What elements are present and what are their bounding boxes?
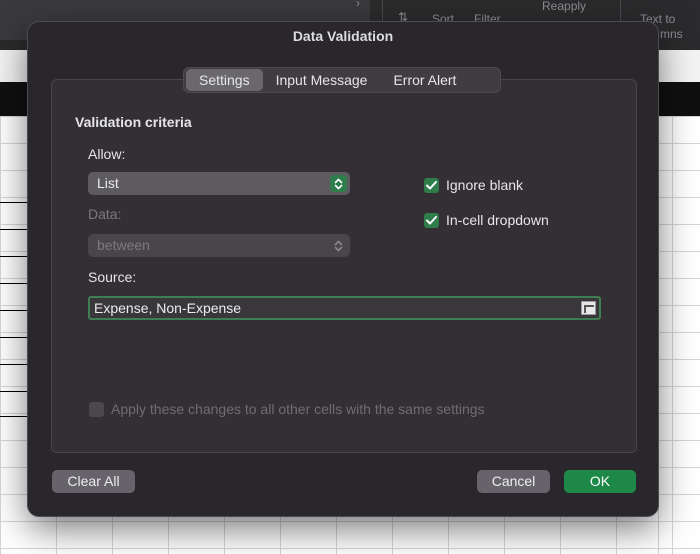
range-selector-icon[interactable] bbox=[581, 301, 596, 315]
in-cell-dropdown-row[interactable]: In-cell dropdown bbox=[424, 212, 549, 228]
ok-button[interactable]: OK bbox=[564, 470, 636, 493]
cancel-button[interactable]: Cancel bbox=[477, 470, 550, 493]
ignore-blank-label: Ignore blank bbox=[446, 177, 524, 193]
column-divider bbox=[658, 116, 659, 554]
tab-input-message[interactable]: Input Message bbox=[263, 69, 381, 91]
in-cell-dropdown-label: In-cell dropdown bbox=[446, 212, 549, 228]
apply-all-checkbox bbox=[89, 401, 104, 417]
bordered-cells bbox=[0, 202, 30, 417]
data-select[interactable]: between bbox=[88, 234, 350, 257]
allow-select[interactable]: List bbox=[88, 172, 350, 195]
up-down-chevron-icon bbox=[330, 237, 347, 254]
data-label: Data: bbox=[88, 206, 122, 222]
ignore-blank-checkbox[interactable] bbox=[424, 177, 439, 193]
reapply-label[interactable]: Reapply bbox=[542, 0, 586, 13]
apply-all-label: Apply these changes to all other cells w… bbox=[111, 401, 485, 417]
chevron-right-icon[interactable]: › bbox=[356, 0, 360, 10]
dialog-title: Data Validation bbox=[292, 28, 394, 44]
up-down-chevron-icon bbox=[330, 175, 347, 192]
allow-select-value: List bbox=[97, 175, 119, 191]
settings-panel bbox=[51, 79, 637, 453]
tab-bar: Settings Input Message Error Alert bbox=[183, 67, 501, 93]
data-select-value: between bbox=[97, 237, 150, 253]
tab-error-alert[interactable]: Error Alert bbox=[380, 69, 469, 91]
allow-label: Allow: bbox=[88, 146, 126, 162]
source-input-value: Expense, Non-Expense bbox=[94, 300, 242, 316]
clear-all-button[interactable]: Clear All bbox=[52, 470, 135, 493]
data-validation-dialog: Data Validation Settings Input Message E… bbox=[28, 22, 658, 516]
apply-all-row: Apply these changes to all other cells w… bbox=[89, 401, 485, 417]
tab-settings[interactable]: Settings bbox=[186, 69, 263, 91]
ignore-blank-row[interactable]: Ignore blank bbox=[424, 177, 523, 193]
validation-criteria-heading: Validation criteria bbox=[75, 114, 192, 130]
source-label: Source: bbox=[88, 269, 137, 285]
source-input[interactable]: Expense, Non-Expense bbox=[88, 296, 601, 320]
in-cell-dropdown-checkbox[interactable] bbox=[424, 212, 439, 228]
text-to-columns-label-2[interactable]: mns bbox=[660, 27, 683, 41]
